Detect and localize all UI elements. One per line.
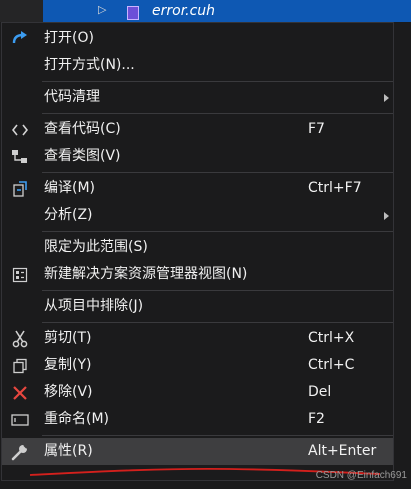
- menu-separator: [42, 322, 393, 323]
- file-icon: [127, 6, 139, 20]
- menu-item-properties[interactable]: 属性(R) Alt+Enter: [2, 438, 393, 465]
- menu-item-shortcut: Ctrl+F7: [308, 180, 362, 196]
- tree-file-name[interactable]: error.cuh: [152, 3, 215, 19]
- scissors-icon: [8, 325, 32, 352]
- menu-item-rename[interactable]: 重命名(M) F2: [2, 406, 393, 433]
- menu-item-compile[interactable]: 编译(M) Ctrl+F7: [2, 175, 393, 202]
- menu-item-copy[interactable]: 复制(Y) Ctrl+C: [2, 352, 393, 379]
- menu-separator: [42, 435, 393, 436]
- context-menu: 打开(O) 打开方式(N)... 代码清理 查看代码(C) F7 查看类图(V)…: [1, 22, 394, 481]
- menu-separator: [42, 231, 393, 232]
- compile-icon: [8, 175, 32, 202]
- code-brackets-icon: [8, 116, 32, 143]
- menu-item-scope-to-this[interactable]: 限定为此范围(S): [2, 234, 393, 261]
- submenu-arrow-icon: [384, 94, 389, 102]
- menu-item-shortcut: Ctrl+X: [308, 330, 355, 346]
- menu-item-open-with[interactable]: 打开方式(N)...: [2, 52, 393, 79]
- menu-item-remove[interactable]: 移除(V) Del: [2, 379, 393, 406]
- menu-item-label: 编译(M): [44, 180, 96, 196]
- menu-item-label: 重命名(M): [44, 411, 110, 427]
- menu-item-shortcut: F2: [308, 411, 325, 427]
- menu-item-new-solution-explorer-view[interactable]: 新建解决方案资源管理器视图(N): [2, 261, 393, 288]
- submenu-arrow-icon: [384, 212, 389, 220]
- menu-item-analyze[interactable]: 分析(Z): [2, 202, 393, 229]
- class-diagram-icon: [8, 143, 32, 170]
- menu-item-cut[interactable]: 剪切(T) Ctrl+X: [2, 325, 393, 352]
- menu-item-label: 打开(O): [44, 30, 94, 46]
- menu-item-exclude-from-project[interactable]: 从项目中排除(J): [2, 293, 393, 320]
- solution-explorer-view-icon: [8, 261, 32, 288]
- rename-icon: [8, 406, 32, 433]
- menu-item-shortcut: Ctrl+C: [308, 357, 355, 373]
- menu-separator: [42, 113, 393, 114]
- wrench-icon: [8, 438, 32, 465]
- menu-separator: [42, 290, 393, 291]
- menu-item-label: 从项目中排除(J): [44, 298, 144, 314]
- menu-item-shortcut: Alt+Enter: [308, 443, 377, 459]
- copy-icon: [8, 352, 32, 379]
- menu-item-label: 限定为此范围(S): [44, 239, 148, 255]
- menu-item-code-cleanup[interactable]: 代码清理: [2, 84, 393, 111]
- menu-item-label: 打开方式(N)...: [44, 57, 135, 73]
- menu-item-label: 复制(Y): [44, 357, 92, 373]
- menu-item-label: 剪切(T): [44, 330, 92, 346]
- csdn-watermark: CSDN @Einfach691: [315, 470, 407, 481]
- menu-item-label: 代码清理: [44, 89, 100, 105]
- menu-item-label: 属性(R): [44, 443, 93, 459]
- menu-item-view-code[interactable]: 查看代码(C) F7: [2, 116, 393, 143]
- menu-item-label: 分析(Z): [44, 207, 93, 223]
- menu-separator: [42, 81, 393, 82]
- remove-x-icon: [8, 379, 32, 406]
- menu-item-label: 查看类图(V): [44, 148, 121, 164]
- expand-chevron-icon[interactable]: ▷: [98, 3, 106, 16]
- menu-item-shortcut: Del: [308, 384, 332, 400]
- menu-item-label: 移除(V): [44, 384, 93, 400]
- menu-separator: [42, 172, 393, 173]
- menu-item-open[interactable]: 打开(O): [2, 25, 393, 52]
- menu-item-label: 新建解决方案资源管理器视图(N): [44, 266, 248, 282]
- open-arrow-icon: [8, 25, 32, 52]
- solution-explorer-tree-strip: ▷ error.cuh: [0, 0, 411, 22]
- menu-item-label: 查看代码(C): [44, 121, 121, 137]
- menu-item-shortcut: F7: [308, 121, 325, 137]
- menu-item-view-class-diagram[interactable]: 查看类图(V): [2, 143, 393, 170]
